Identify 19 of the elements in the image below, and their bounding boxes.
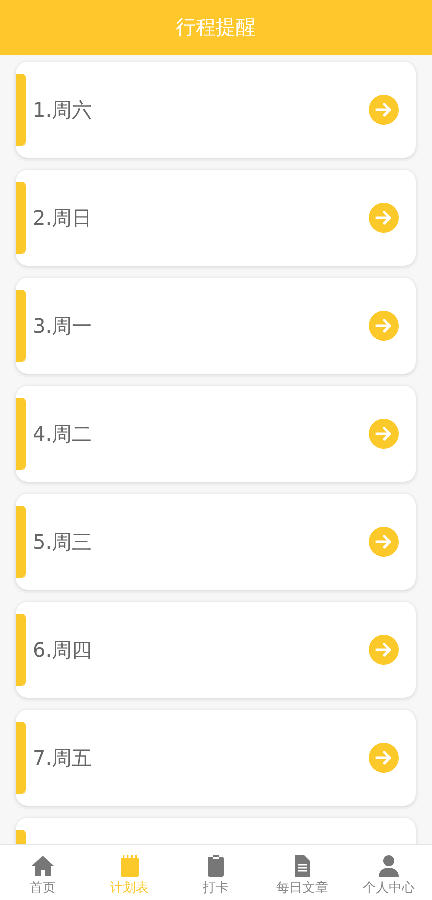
day-label: 7.周五 — [33, 744, 94, 772]
day-label: 2.周日 — [33, 204, 94, 232]
day-label: 4.周二 — [33, 420, 94, 448]
day-label: 3.周一 — [33, 312, 94, 340]
tab[interactable]: 首页 — [0, 845, 86, 900]
schedule-card[interactable]: 5.周三 — [16, 494, 416, 590]
tab[interactable]: 打卡 — [172, 845, 260, 900]
tab[interactable]: 每日文章 — [259, 845, 346, 900]
schedule-card[interactable]: 4.周二 — [16, 386, 416, 482]
schedule-card[interactable]: 7.周五 — [16, 710, 416, 806]
page-title: 行程提醒 — [176, 14, 256, 41]
schedule-card[interactable]: 3.周一 — [16, 278, 416, 374]
tab[interactable]: 个人中心 — [346, 845, 432, 900]
schedule-card[interactable]: 6.周四 — [16, 602, 416, 698]
day-label: 6.周四 — [33, 636, 94, 664]
day-label: 1.周六 — [33, 96, 94, 124]
day-label: 5.周三 — [33, 528, 94, 556]
schedule-card[interactable]: 2.周日 — [16, 170, 416, 266]
schedule-card[interactable]: 1.周六 — [16, 62, 416, 158]
